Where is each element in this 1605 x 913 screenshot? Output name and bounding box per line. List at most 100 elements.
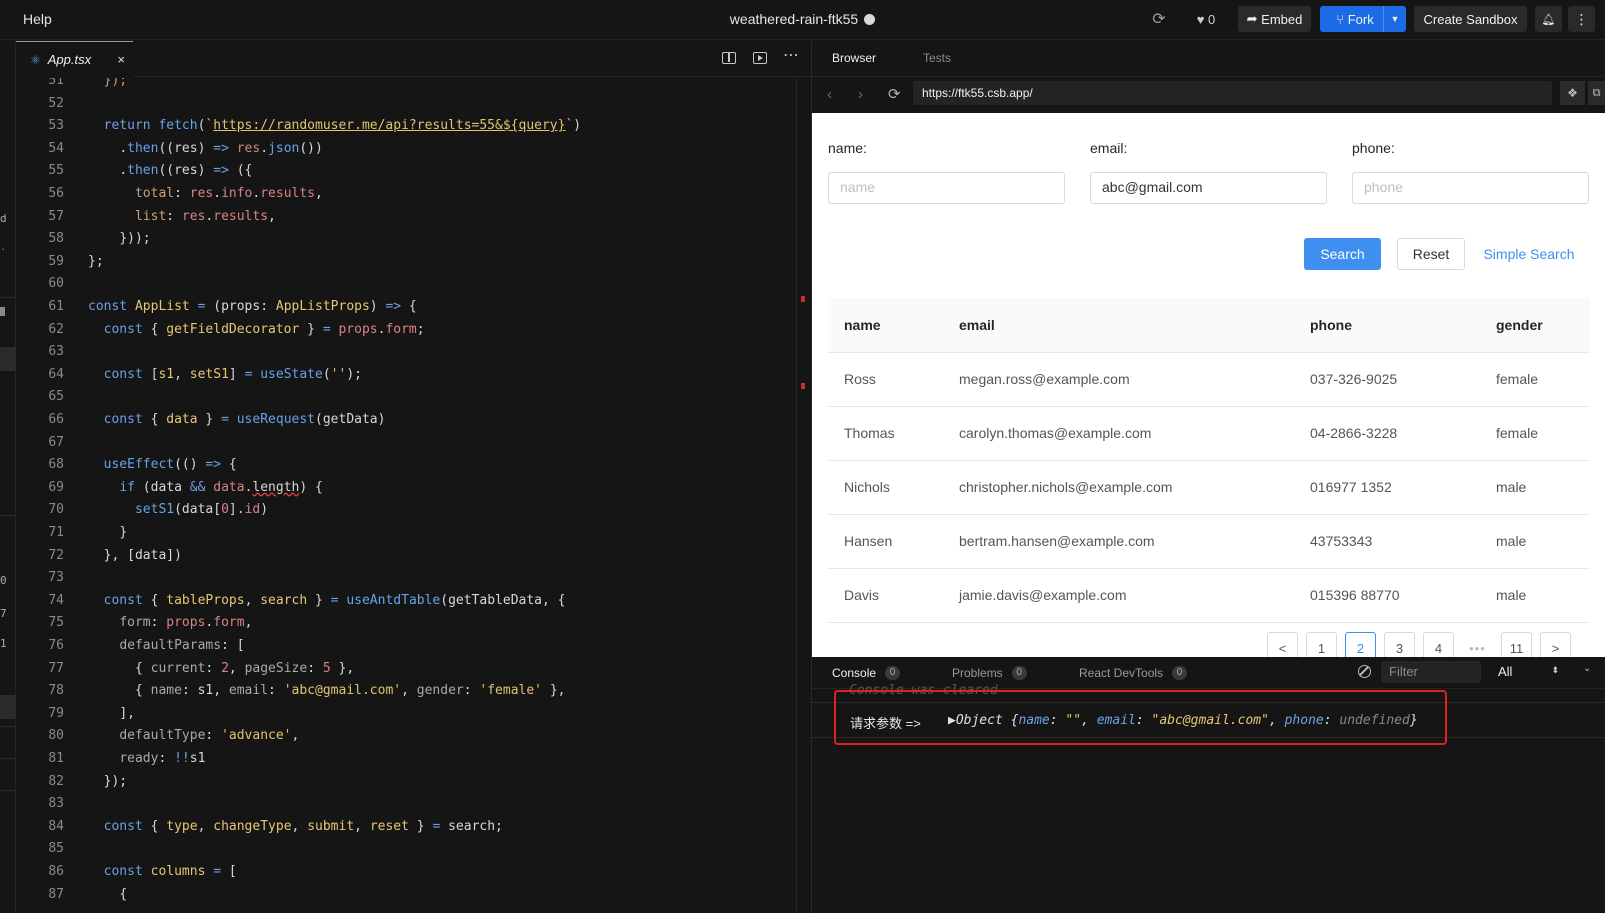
code-line[interactable]: 83: [16, 796, 796, 819]
reset-button[interactable]: Reset: [1397, 238, 1465, 270]
tab-problems[interactable]: Problems 0: [952, 666, 1027, 680]
page-3-button[interactable]: 3: [1384, 632, 1415, 657]
code-line[interactable]: 59};: [16, 254, 796, 277]
code-line[interactable]: 75 form: props.form,: [16, 615, 796, 638]
code-line[interactable]: 73: [16, 570, 796, 593]
page-11-button[interactable]: 11: [1501, 632, 1532, 657]
code-line[interactable]: 85: [16, 841, 796, 864]
code-line[interactable]: 86 const columns = [: [16, 864, 796, 887]
code-line[interactable]: 60: [16, 276, 796, 299]
code-line[interactable]: 74 const { tableProps, search } = useAnt…: [16, 593, 796, 616]
tab-app-tsx[interactable]: ⚛ App.tsx ×: [16, 41, 133, 77]
code-line[interactable]: 69 if (data && data.length) {: [16, 480, 796, 503]
code-token: =: [189, 299, 214, 314]
clear-console-icon[interactable]: [1358, 665, 1371, 678]
page-4-button[interactable]: 4: [1423, 632, 1454, 657]
code-line[interactable]: 80 defaultType: 'advance',: [16, 728, 796, 751]
next-page-button[interactable]: >: [1540, 632, 1571, 657]
sandbox-name[interactable]: weathered-rain-ftk55: [730, 11, 858, 27]
chevron-down-icon[interactable]: ⌄: [1583, 663, 1591, 674]
code-line[interactable]: 57 list: res.results,: [16, 209, 796, 232]
code-line[interactable]: 68 useEffect(() => {: [16, 457, 796, 480]
code-line[interactable]: 64 const [s1, setS1] = useState('');: [16, 367, 796, 390]
email-input[interactable]: abc@gmail.com: [1090, 172, 1327, 204]
column-header-name[interactable]: name: [828, 298, 943, 353]
table-row[interactable]: Hansen bertram.hansen@example.com 43753343…: [828, 514, 1590, 569]
code-line[interactable]: 63: [16, 344, 796, 367]
page-1-button[interactable]: 1: [1306, 632, 1337, 657]
log-level-select[interactable]: All ⬍: [1492, 661, 1567, 683]
column-header-email[interactable]: email: [943, 298, 1294, 353]
code-line[interactable]: 87 {: [16, 887, 796, 910]
forward-arrow-icon[interactable]: ›: [858, 86, 863, 103]
code-area[interactable]: 51 }); 52 53 return fetch(`https://randomu…: [16, 78, 796, 913]
code-line[interactable]: 79 ],: [16, 706, 796, 729]
search-button[interactable]: Search: [1304, 238, 1381, 270]
console-filter-input[interactable]: Filter: [1381, 661, 1481, 683]
column-header-gender[interactable]: gender: [1480, 298, 1590, 353]
code-line[interactable]: 70 setS1(data[0].id): [16, 502, 796, 525]
code-line[interactable]: 81 ready: !!s1: [16, 751, 796, 774]
sidebar-selected-row[interactable]: [0, 347, 16, 371]
code-token: useState: [260, 366, 323, 382]
refresh-icon[interactable]: ⟳: [1148, 6, 1170, 32]
back-arrow-icon[interactable]: ‹: [827, 86, 832, 103]
simple-search-link[interactable]: Simple Search: [1480, 238, 1578, 270]
code-line[interactable]: 72 }, [data]): [16, 548, 796, 571]
table-row[interactable]: Thomas carolyn.thomas@example.com 04-2866-…: [828, 406, 1590, 461]
notifications-button[interactable]: 🔔︎: [1535, 6, 1562, 32]
help-menu[interactable]: Help: [23, 11, 52, 27]
object-expand-toggle[interactable]: ▶Object {: [948, 713, 1018, 728]
code-line[interactable]: 55 .then((res) => ({: [16, 163, 796, 186]
tab-console[interactable]: Console 0: [832, 666, 901, 680]
sidebar-selected-row[interactable]: [0, 695, 16, 719]
devtools-icon[interactable]: ❖: [1560, 81, 1585, 105]
code-line[interactable]: 52: [16, 96, 796, 119]
code-line[interactable]: 65: [16, 389, 796, 412]
page-2-button[interactable]: 2: [1345, 632, 1376, 657]
column-header-phone[interactable]: phone: [1294, 298, 1480, 353]
code-line[interactable]: 67: [16, 435, 796, 458]
code-line[interactable]: 61 const AppList = (props: AppListProps) …: [16, 299, 796, 322]
code-line[interactable]: 84 const { type, changeType, submit, res…: [16, 819, 796, 842]
open-new-window-icon[interactable]: ⧉: [1588, 81, 1605, 105]
name-input[interactable]: name: [828, 172, 1065, 204]
code-line[interactable]: 54 .then((res) => res.json()): [16, 141, 796, 164]
code-line[interactable]: 56 total: res.info.results,: [16, 186, 796, 209]
prev-page-button[interactable]: <: [1267, 632, 1298, 657]
more-horizontal-icon[interactable]: ⋯: [783, 47, 799, 64]
table-row[interactable]: Nichols christopher.nichols@example.com 01…: [828, 460, 1590, 515]
console-log-row[interactable]: 请求参数 => ▶Object {name: "", email: "abc@g…: [812, 690, 1605, 745]
more-menu-button[interactable]: ⋮: [1568, 6, 1595, 32]
tab-tests[interactable]: Tests: [923, 51, 951, 65]
create-sandbox-button[interactable]: Create Sandbox: [1414, 6, 1527, 32]
fork-button[interactable]: ⑂ Fork: [1320, 6, 1390, 32]
code-line[interactable]: 58 }));: [16, 231, 796, 254]
code-line[interactable]: 66 const { data } = useRequest(getData): [16, 412, 796, 435]
embed-button[interactable]: ➦ Embed: [1238, 6, 1311, 32]
code-line[interactable]: 51 });: [16, 78, 796, 96]
fork-dropdown-button[interactable]: ▼: [1383, 6, 1406, 32]
split-editor-icon[interactable]: [721, 51, 737, 65]
tab-react-devtools[interactable]: React DevTools 0: [1079, 666, 1188, 680]
code-line[interactable]: 62 const { getFieldDecorator } = props.f…: [16, 322, 796, 345]
code-line[interactable]: 76 defaultParams: [: [16, 638, 796, 661]
url-input[interactable]: https://ftk55.csb.app/: [913, 81, 1552, 105]
tab-browser[interactable]: Browser: [832, 51, 876, 65]
code-line[interactable]: 78 { name: s1, email: 'abc@gmail.com', g…: [16, 683, 796, 706]
page-ellipsis[interactable]: •••: [1462, 632, 1493, 657]
code-line[interactable]: 82 });: [16, 774, 796, 797]
close-icon[interactable]: ×: [117, 52, 125, 67]
like-button[interactable]: ♥ 0: [1186, 6, 1226, 32]
reload-icon[interactable]: ⟳: [888, 85, 901, 103]
open-preview-icon[interactable]: [752, 51, 768, 65]
phone-input[interactable]: phone: [1352, 172, 1589, 204]
table-row[interactable]: Ross megan.ross@example.com 037-326-9025 fe…: [828, 352, 1590, 407]
editor-scrollbar[interactable]: [796, 78, 812, 913]
table-row[interactable]: Davis jamie.davis@example.com 015396 88770…: [828, 568, 1590, 623]
code-line[interactable]: 77 { current: 2, pageSize: 5 },: [16, 661, 796, 684]
log-level-value: All: [1498, 664, 1513, 679]
code-line[interactable]: 53 return fetch(`https://randomuser.me/a…: [16, 118, 796, 141]
log-object[interactable]: ▶Object {name: "", email: "abc@gmail.com…: [948, 713, 1418, 728]
code-line[interactable]: 71 }: [16, 525, 796, 548]
